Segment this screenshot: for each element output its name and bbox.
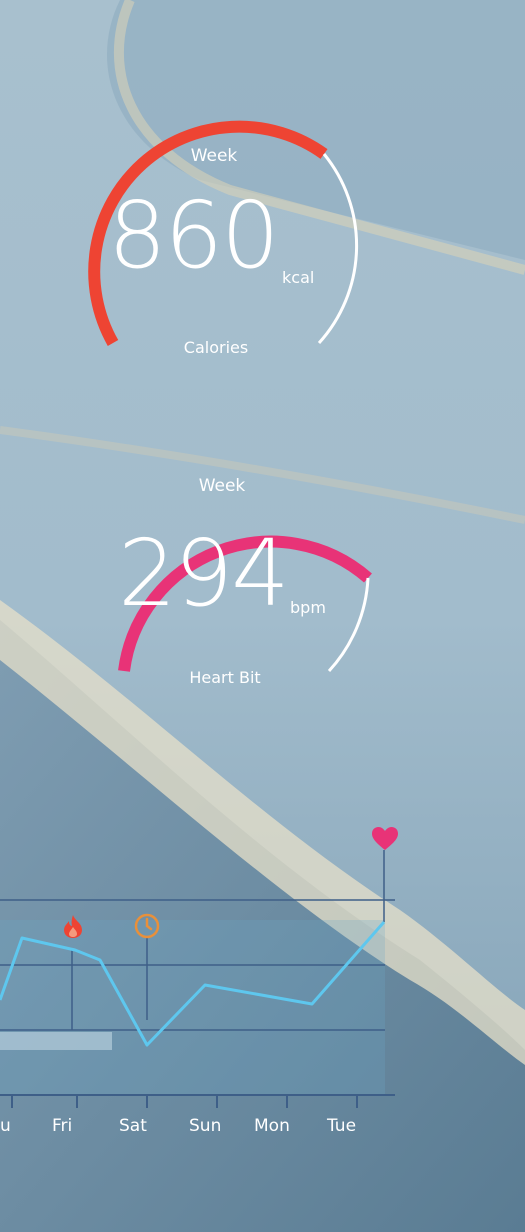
x-tick-label: Tue: [327, 1116, 357, 1136]
calories-value: 860: [108, 182, 280, 289]
x-tick-label: u: [0, 1116, 11, 1136]
heart-icon: [372, 827, 398, 850]
x-tick-label: Fri: [52, 1116, 73, 1136]
heart-rate-value: 294: [118, 520, 290, 627]
calories-label: Calories: [183, 338, 249, 357]
heart-rate-label: Heart Bit: [189, 668, 261, 687]
x-tick-label: Mon: [254, 1116, 290, 1136]
calories-unit: kcal: [282, 268, 315, 287]
heart-rate-period: Week: [198, 476, 246, 496]
flame-icon: [64, 915, 82, 938]
clock-icon: [134, 913, 160, 939]
x-tick-label: Sat: [119, 1116, 147, 1136]
heart-rate-unit: bpm: [290, 598, 326, 617]
x-tick-label: Sun: [189, 1116, 222, 1136]
calories-period: Week: [190, 146, 238, 166]
